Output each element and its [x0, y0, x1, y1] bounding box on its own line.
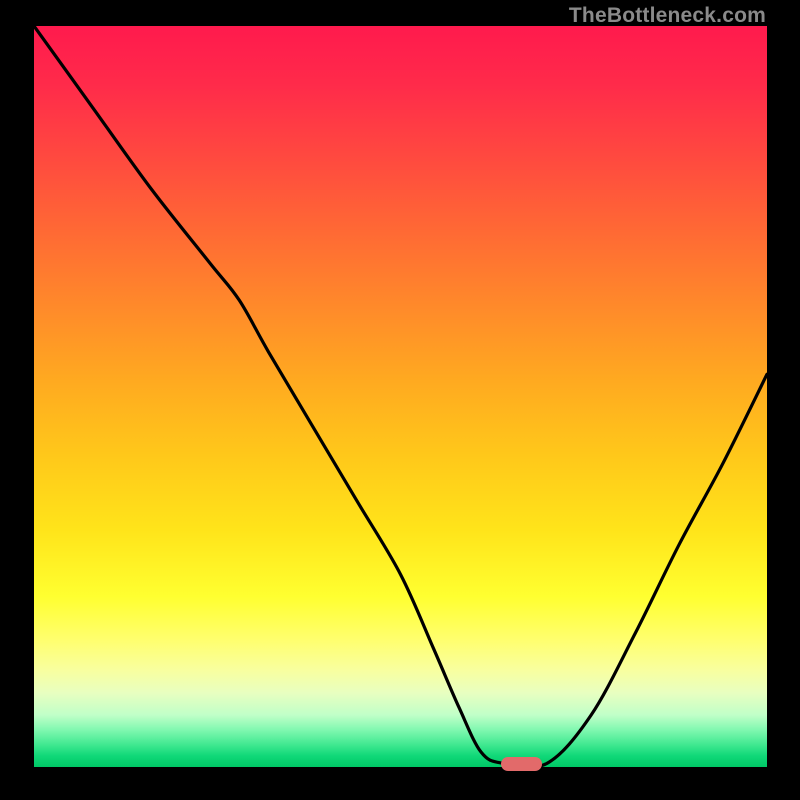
chart-container: TheBottleneck.com: [0, 0, 800, 800]
optimal-marker: [501, 757, 541, 770]
watermark-text: TheBottleneck.com: [569, 4, 766, 28]
plot-area: [34, 26, 767, 767]
